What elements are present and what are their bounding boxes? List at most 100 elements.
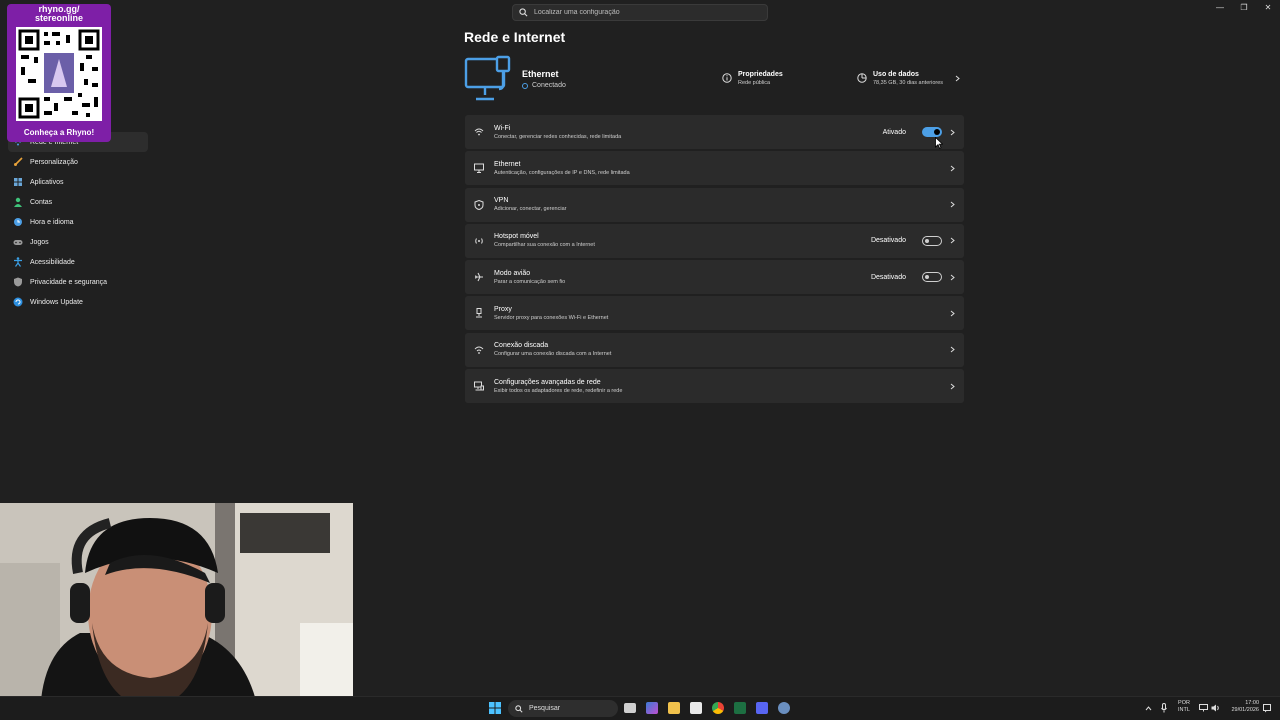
airplane-mode-toggle[interactable] (922, 272, 942, 283)
chevron-right-icon (955, 75, 960, 82)
settings-search-box[interactable] (512, 4, 768, 21)
card-subtitle: Parar a comunicação sem fio (494, 278, 566, 285)
language-indicator[interactable]: POR INTL (1176, 700, 1192, 714)
settings-list: Wi-Fi Conectar, gerenciar redes conhecida… (465, 115, 964, 405)
chevron-right-icon (950, 346, 955, 353)
windows-start-icon[interactable] (489, 702, 501, 714)
discord-icon[interactable] (756, 702, 768, 714)
sidebar-item-hora-e-idioma[interactable]: Hora e idioma (8, 212, 148, 232)
volume-icon[interactable] (1211, 704, 1220, 712)
promo-cta: Conheça a Rhyno! (23, 128, 95, 137)
card-subtitle: Exibir todos os adaptadores de rede, red… (494, 387, 623, 394)
card-title: Proxy (494, 305, 512, 313)
webcam-overlay (0, 503, 353, 720)
gamepad-icon (13, 237, 23, 247)
card-subtitle: Configurar uma conexão discada com a Int… (494, 351, 612, 358)
sidebar-item-label: Contas (30, 198, 53, 206)
excel-icon[interactable] (734, 702, 746, 714)
network-icon[interactable] (1199, 704, 1208, 712)
promo-url-line2: stereonline (34, 13, 83, 23)
monitor-ethernet-icon (464, 55, 511, 101)
card-subtitle: Adicionar, conectar, gerenciar (494, 206, 567, 213)
page-title: Rede e Internet (464, 29, 566, 45)
hero-title: Ethernet (522, 69, 559, 79)
wifi-toggle[interactable] (922, 127, 942, 137)
card-state: Desativado (870, 237, 906, 245)
notification-icon[interactable] (1263, 704, 1271, 713)
close-button[interactable]: ✕ (1256, 0, 1280, 16)
info-icon (722, 73, 732, 83)
sidebar-item-windows-update[interactable]: Windows Update (8, 292, 148, 312)
search-input[interactable] (534, 9, 754, 16)
card-dialup[interactable]: Conexão discada Configurar uma conexão di… (465, 332, 964, 367)
sidebar-item-jogos[interactable]: Jogos (8, 232, 148, 252)
clock-time: 17:00 (1245, 700, 1259, 706)
card-subtitle: Servidor proxy para conexões Wi-Fi e Eth… (494, 314, 609, 321)
chevron-up-icon[interactable] (1145, 705, 1152, 712)
sidebar-item-label: Windows Update (30, 298, 83, 306)
search-icon (519, 8, 528, 17)
maximize-button[interactable]: ❐ (1232, 0, 1256, 16)
card-title: Modo avião (494, 269, 531, 277)
settings-gear-icon[interactable] (778, 702, 790, 714)
connection-status-text: Conectado (532, 82, 566, 89)
data-usage-link[interactable]: Uso de dados 78,35 GB, 30 dias anteriore… (857, 71, 943, 86)
connection-status: Conectado (522, 82, 566, 89)
card-state: Ativado (882, 128, 906, 136)
ethernet-hero: Ethernet Conectado Propriedades Rede púb… (464, 55, 964, 105)
clock[interactable]: 17:00 29/01/2026 (1225, 700, 1259, 714)
sidebar-item-aplicativos[interactable]: Aplicativos (8, 172, 148, 192)
microphone-icon[interactable] (1161, 703, 1167, 713)
brush-icon (13, 157, 23, 167)
clock-date: 29/01/2026 (1231, 707, 1259, 713)
card-hotspot[interactable]: Hotspot móvel Compartilhar sua conexão co… (465, 223, 964, 258)
network-adapter-icon (474, 381, 484, 391)
language-line2: INTL (1178, 707, 1190, 713)
sidebar-item-contas[interactable]: Contas (8, 192, 148, 212)
card-advanced-network[interactable]: Configurações avançadas de rede Exibir to… (465, 369, 964, 404)
sidebar-item-acessibilidade[interactable]: Acessibilidade (8, 252, 148, 272)
search-icon (515, 704, 523, 713)
language-line1: POR (1178, 700, 1190, 706)
card-title: VPN (494, 197, 509, 205)
card-proxy[interactable]: Proxy Servidor proxy para conexões Wi-Fi … (465, 296, 964, 331)
vpn-shield-icon (474, 199, 484, 210)
sidebar-item-privacidade[interactable]: Privacidade e segurança (8, 272, 148, 292)
chrome-icon[interactable] (712, 702, 724, 714)
hotspot-toggle[interactable] (922, 235, 942, 246)
card-state: Desativado (870, 273, 906, 281)
sidebar-item-label: Acessibilidade (30, 258, 75, 266)
taskbar-search-label: Pesquisar (529, 705, 561, 712)
task-view-icon[interactable] (624, 703, 636, 713)
chevron-right-icon (950, 238, 955, 244)
sidebar-item-personalizacao[interactable]: Personalização (8, 152, 148, 172)
connected-status-icon (522, 82, 528, 89)
minimize-button[interactable]: — (1208, 0, 1232, 16)
properties-link[interactable]: Propriedades Rede pública (722, 71, 783, 86)
card-vpn[interactable]: VPN Adicionar, conectar, gerenciar (465, 187, 964, 222)
card-wifi[interactable]: Wi-Fi Conectar, gerenciar redes conhecida… (465, 115, 964, 149)
webcam-feed (0, 503, 353, 720)
chevron-right-icon (950, 129, 955, 135)
update-icon (13, 297, 23, 307)
sidebar-item-label: Privacidade e segurança (30, 278, 108, 286)
promo-overlay: rhyno.gg/ stereonline Conheça a Rhyno! (7, 4, 111, 142)
accessibility-icon (13, 257, 23, 267)
sidebar-item-label: Hora e idioma (30, 218, 74, 226)
card-subtitle: Conectar, gerenciar redes conhecidas, re… (494, 133, 622, 140)
window-controls: — ❐ ✕ (1208, 0, 1280, 16)
dialup-icon (474, 345, 484, 355)
taskbar-search[interactable]: Pesquisar (508, 700, 618, 717)
file-explorer-icon[interactable] (668, 702, 680, 714)
card-airplane-mode[interactable]: Modo avião Parar a comunicação sem fio De… (465, 260, 964, 295)
store-icon[interactable] (690, 702, 702, 714)
hotspot-icon (474, 236, 484, 246)
mouse-cursor-icon (935, 137, 943, 149)
taskbar: Pesquisar POR INTL 17:00 29/01/2026 (0, 696, 1280, 720)
card-title: Ethernet (494, 160, 521, 168)
card-ethernet[interactable]: Ethernet Autenticação, configurações de I… (465, 151, 964, 186)
sidebar-item-label: Personalização (30, 158, 78, 166)
card-title: Wi-Fi (494, 124, 511, 132)
chevron-right-icon (950, 310, 955, 317)
copilot-icon[interactable] (646, 702, 658, 714)
